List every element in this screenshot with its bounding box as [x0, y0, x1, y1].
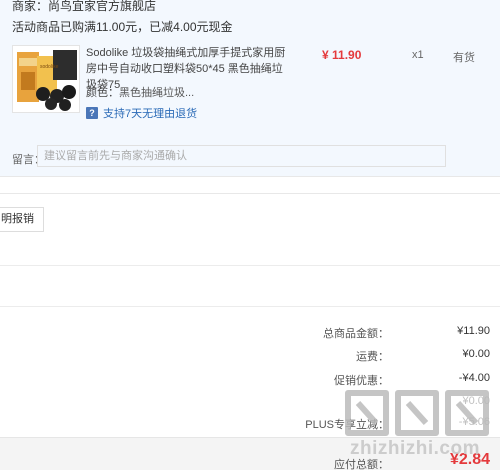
color-label: 颜色： [86, 87, 119, 99]
merchant-label: 商家： [12, 0, 49, 13]
order-block: 商家：尚鸟宜家官方旗舰店 活动商品已购满11.00元，已减4.00元现金 sod… [0, 0, 500, 176]
divider [0, 306, 500, 307]
goods-total-label: 总商品金额： [323, 328, 389, 340]
question-icon: ? [86, 107, 98, 119]
divider [0, 176, 500, 177]
color-value: 黑色抽绳垃圾... [119, 87, 195, 99]
watermark-logo-icon [345, 390, 489, 436]
merchant-name[interactable]: 尚鸟宜家官方旗舰店 [48, 0, 156, 13]
promo-line: 活动商品已购满11.00元，已减4.00元现金 [12, 20, 233, 34]
divider [0, 265, 500, 266]
merchant-line: 商家：尚鸟宜家官方旗舰店 [12, 0, 156, 14]
watermark-text: zhizhizhi.com [350, 438, 480, 459]
return-policy-label: 支持7天无理由退货 [103, 108, 198, 120]
remark-input[interactable] [37, 145, 446, 167]
invoice-button[interactable]: 明报销 [0, 207, 44, 232]
product-price: ¥ 11.90 [322, 48, 362, 62]
product-quantity: x1 [412, 49, 424, 61]
goods-total-value: ¥11.90 [457, 325, 490, 337]
shipping-value: ¥0.00 [462, 348, 490, 360]
svg-text:sodolike: sodolike [40, 64, 59, 70]
shipping-label: 运费： [356, 351, 389, 363]
return-policy[interactable]: ? 支持7天无理由退货 [86, 105, 197, 121]
product-thumbnail[interactable]: sodolike [12, 45, 80, 113]
stock-status: 有货 [453, 52, 475, 64]
divider [0, 193, 500, 194]
product-image-icon: sodolike [13, 46, 79, 112]
product-color: 颜色：黑色抽绳垃圾... [86, 84, 194, 100]
